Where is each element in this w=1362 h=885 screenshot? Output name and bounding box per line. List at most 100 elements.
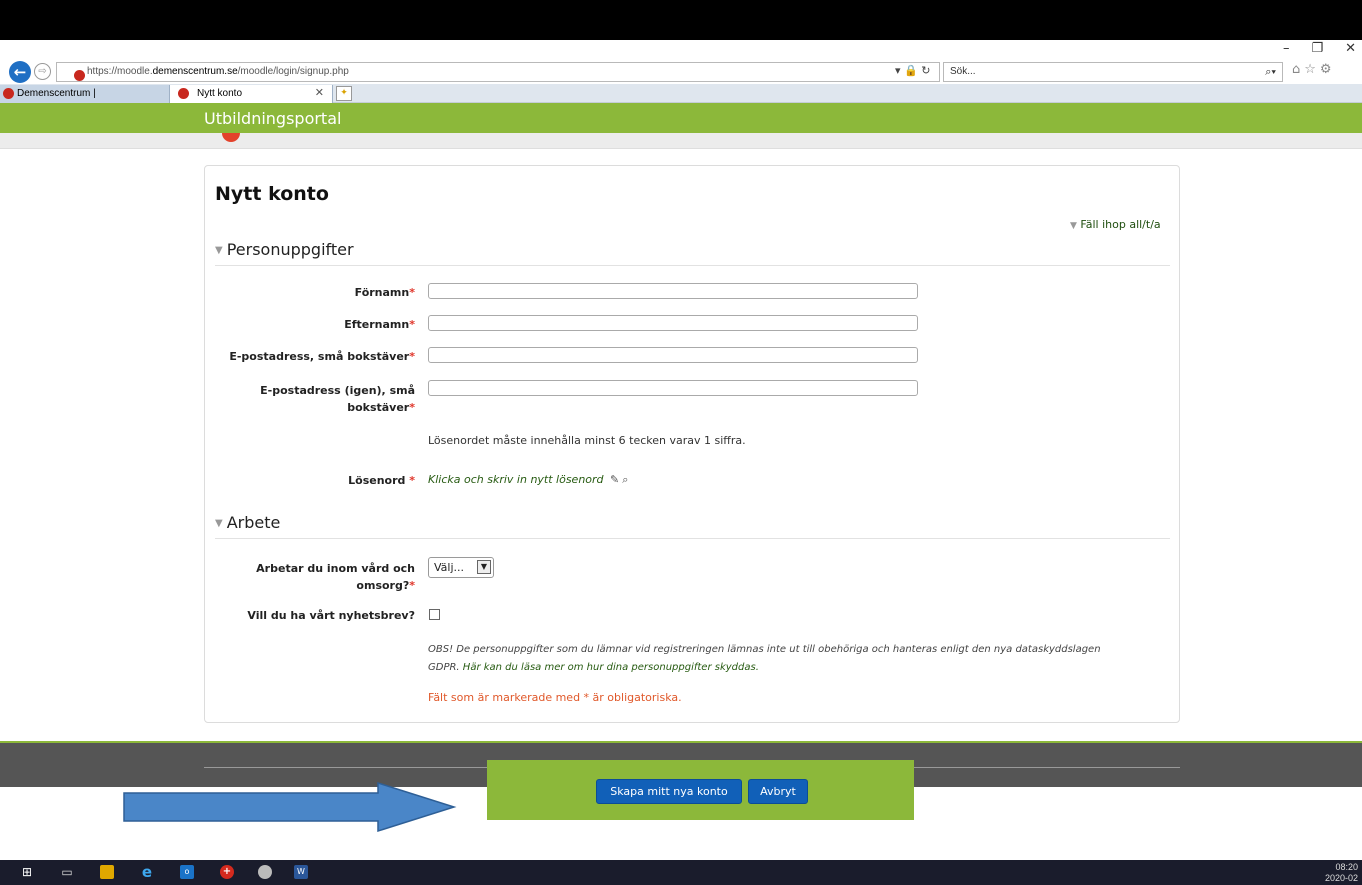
search-icon[interactable]: ⌕▾ [1265,63,1276,81]
collapse-all-link[interactable]: ▼ Fäll ihop all/t/a [1070,218,1161,231]
email-again-label-line1: E-postadress (igen), små [260,384,415,397]
caret-down-icon: ▼ [1070,221,1077,231]
back-button[interactable]: ← [9,61,31,83]
section-title: Arbete [226,513,281,532]
task-view-icon[interactable]: ▭ [60,865,74,879]
clock-date: 2020-02 [1324,873,1358,883]
window-controls: – ❐ ✕ [1283,41,1356,61]
new-tab-button[interactable]: ✦ [336,86,352,101]
section-personuppgifter[interactable]: ▼ Personuppgifter [215,240,354,259]
create-account-button[interactable]: Skapa mitt nya konto [596,779,742,804]
work-select[interactable]: Välj... ▼ [428,557,494,578]
password-label-text: Lösenord [348,474,406,487]
privacy-notice: OBS! De personuppgifter som du lämnar vi… [428,641,1168,677]
lock-icon[interactable]: 🔒 [904,64,918,77]
lastname-label: Efternamn* [210,316,415,333]
section-arbete[interactable]: ▼ Arbete [215,513,280,532]
firstname-label: Förnamn* [210,284,415,301]
tab-label: Nytt konto [197,88,243,99]
required-marker: * [409,579,415,592]
app-gray-circle-icon[interactable] [258,865,272,879]
required-marker: * [409,474,415,487]
windows-start-icon[interactable]: ⊞ [20,865,34,879]
search-placeholder: Sök... [950,66,976,77]
browser-icons: ⌂☆⚙ [1292,62,1336,77]
settings-gear-icon[interactable]: ⚙ [1320,62,1336,77]
section-title: Personuppgifter [226,240,354,259]
email-label-text: E-postadress, små bokstäver [229,350,410,363]
password-edit-link[interactable]: Klicka och skriv in nytt lösenord ✎ ⌕ [428,473,628,487]
privacy-notice-line1: OBS! De personuppgifter som du lämnar vi… [428,644,1101,655]
dropdown-icon[interactable]: ▾ [895,64,901,77]
pencil-icon[interactable]: ✎ [610,473,619,486]
site-favicon [3,88,14,99]
privacy-notice-line2: GDPR. [428,662,463,673]
firstname-label-text: Förnamn [354,286,410,299]
tab-nytt-konto[interactable]: Nytt konto ✕ [170,85,333,103]
email-again-label-line2: bokstäver [347,401,410,414]
black-band [0,0,1362,40]
caret-down-icon: ▼ [215,518,223,529]
restore-icon[interactable]: ❐ [1311,41,1323,61]
address-tools: ▾ 🔒 ↻ [895,64,930,77]
clock-time: 08:20 [1335,862,1358,872]
tab-label: Demenscentrum | [17,88,96,99]
caret-down-icon: ▼ [215,245,223,256]
work-label-line2: omsorg? [356,579,410,592]
tab-close-icon[interactable]: ✕ [315,85,324,102]
refresh-icon[interactable]: ↻ [921,64,930,77]
required-marker: * [409,350,415,363]
cancel-button[interactable]: Avbryt [748,779,808,804]
password-label: Lösenord * [210,472,415,489]
app-red-cross-icon[interactable]: + [220,865,234,879]
sub-header-bar [0,133,1362,149]
site-favicon [178,88,189,99]
portal-title[interactable]: Utbildningsportal [204,109,341,128]
section-divider [215,538,1170,539]
screen: – ❐ ✕ ← ⇨ https://moodle.demenscentrum.s… [0,0,1362,885]
minimize-icon[interactable]: – [1283,41,1290,61]
newsletter-label: Vill du ha vårt nyhetsbrev? [247,609,415,622]
chevron-down-icon[interactable]: ▼ [477,560,491,574]
url-domain: demenscentrum.se [152,66,238,77]
work-select-value: Välj... [434,561,465,574]
email-input[interactable] [428,347,918,363]
required-marker: * [409,318,415,331]
work-label: Arbetar du inom vård och omsorg?* [210,560,415,594]
url-path: /moodle/login/signup.php [237,66,349,77]
required-marker: * [409,401,415,414]
site-favicon [74,70,85,81]
taskbar [0,860,1362,885]
file-explorer-icon[interactable] [100,865,114,879]
firstname-input[interactable] [428,283,918,299]
page-title: Nytt konto [215,183,329,205]
password-hint: Lösenordet måste innehålla minst 6 tecke… [428,434,746,447]
email-again-label: E-postadress (igen), små bokstäver* [210,382,415,416]
favorites-star-icon[interactable]: ☆ [1304,62,1320,77]
section-divider [215,265,1170,266]
collapse-all-label: Fäll ihop all/t/a [1080,218,1161,231]
tab-demenscentrum[interactable]: Demenscentrum | [0,85,170,103]
search-field[interactable]: Sök... ⌕▾ [943,62,1283,82]
internet-explorer-icon[interactable]: e [140,865,154,880]
close-window-icon[interactable]: ✕ [1345,41,1356,61]
reveal-search-icon[interactable]: ⌕ [622,473,628,486]
forward-button[interactable]: ⇨ [34,63,51,80]
email-label: E-postadress, små bokstäver* [210,348,415,365]
url-prefix: https://moodle. [87,66,153,77]
word-icon[interactable]: W [294,865,308,879]
password-link-text: Klicka och skriv in nytt lösenord [428,473,604,486]
pointer-arrow-icon [123,781,457,833]
privacy-link[interactable]: Här kan du läsa mer om hur dina personup… [463,662,759,673]
address-field[interactable]: https://moodle.demenscentrum.se/moodle/l… [56,62,940,82]
lastname-input[interactable] [428,315,918,331]
outlook-icon[interactable]: o [180,865,194,879]
home-icon[interactable]: ⌂ [1292,62,1304,77]
required-marker: * [409,286,415,299]
mandatory-note: Fält som är markerade med * är obligator… [428,691,682,704]
email-again-input[interactable] [428,380,918,396]
lastname-label-text: Efternamn [344,318,410,331]
newsletter-checkbox[interactable] [429,609,440,620]
system-clock[interactable]: 08:20 2020-02 [1325,862,1358,884]
work-label-line1: Arbetar du inom vård och [256,562,415,575]
